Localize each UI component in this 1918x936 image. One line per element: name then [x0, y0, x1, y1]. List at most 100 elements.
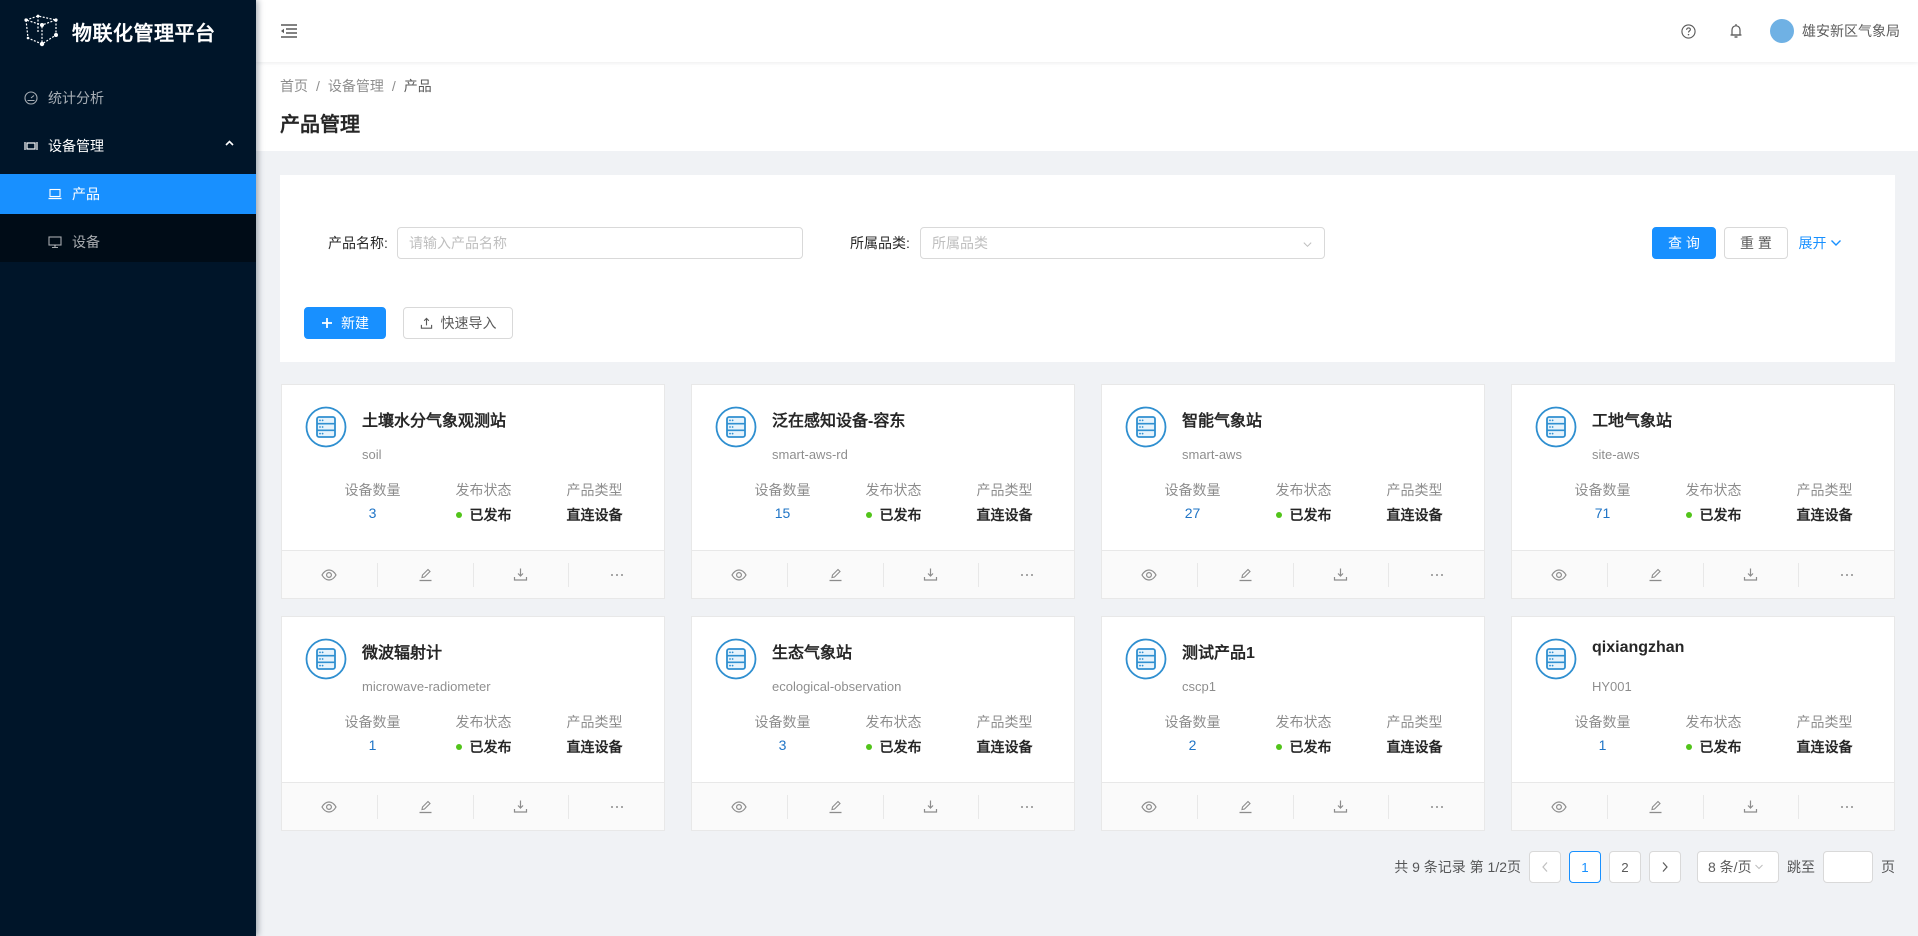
product-name[interactable]: 微波辐射计: [362, 639, 442, 663]
device-count-value[interactable]: 15: [727, 505, 838, 521]
product-card[interactable]: 泛在感知设备-容东 smart-aws-rd 设备数量 15 发布状态 已发布 …: [691, 384, 1075, 599]
more-button[interactable]: [1799, 795, 1894, 819]
more-button[interactable]: [979, 795, 1074, 819]
edit-button[interactable]: [788, 562, 884, 587]
download-button[interactable]: [1704, 562, 1800, 587]
product-stats: 设备数量 1 发布状态 已发布 产品类型 直连设备: [1512, 712, 1894, 757]
product-card[interactable]: qixiangzhan HY001 设备数量 1 发布状态 已发布 产品类型 直…: [1511, 616, 1895, 831]
device-count-label: 设备数量: [1164, 482, 1221, 498]
sidebar-item-device-management[interactable]: 设备管理: [0, 126, 256, 166]
product-name[interactable]: qixiangzhan: [1592, 639, 1684, 657]
view-button[interactable]: [692, 794, 788, 819]
view-button[interactable]: [1512, 794, 1608, 819]
more-button[interactable]: [569, 563, 664, 587]
edit-button[interactable]: [378, 562, 474, 587]
view-button[interactable]: [282, 562, 378, 587]
more-button[interactable]: [569, 795, 664, 819]
device-count-value[interactable]: 3: [317, 505, 428, 521]
device-count-value[interactable]: 27: [1137, 505, 1248, 521]
jump-page-input[interactable]: [1823, 851, 1873, 883]
breadcrumb-home[interactable]: 首页: [280, 76, 308, 96]
logo[interactable]: 物联化管理平台: [0, 0, 256, 62]
eye-icon: [731, 568, 748, 581]
publish-status-value: 已发布: [1248, 505, 1359, 525]
more-button[interactable]: [1389, 563, 1484, 587]
menu-fold-icon[interactable]: [280, 21, 300, 41]
product-card[interactable]: 土壤水分气象观测站 soil 设备数量 3 发布状态 已发布 产品类型 直连设备: [281, 384, 665, 599]
product-card[interactable]: 测试产品1 cscp1 设备数量 2 发布状态 已发布 产品类型 直连设备: [1101, 616, 1485, 831]
publish-status-text: 已发布: [1699, 507, 1742, 523]
more-button[interactable]: [979, 563, 1074, 587]
download-button[interactable]: [1704, 794, 1800, 819]
edit-button[interactable]: [378, 794, 474, 819]
quick-import-button[interactable]: 快速导入: [403, 307, 513, 339]
ellipsis-icon: [610, 573, 623, 576]
bell-icon[interactable]: [1712, 0, 1760, 62]
view-button[interactable]: [1102, 794, 1198, 819]
edit-button[interactable]: [788, 794, 884, 819]
server-database-icon: [715, 638, 757, 680]
edit-button[interactable]: [1608, 794, 1704, 819]
sidebar-item-products[interactable]: 产品: [0, 174, 256, 214]
pagination: 共 9 条记录 第 1/2页 1 2 8 条/页 跳至 页: [1394, 851, 1895, 883]
reset-button[interactable]: 重 置: [1724, 227, 1788, 259]
product-card-actions: [282, 550, 664, 598]
product-name[interactable]: 土壤水分气象观测站: [362, 407, 506, 431]
product-name[interactable]: 生态气象站: [772, 639, 852, 663]
publish-status-label: 发布状态: [1685, 714, 1742, 730]
page-button-1[interactable]: 1: [1569, 851, 1601, 883]
product-name[interactable]: 泛在感知设备-容东: [772, 407, 905, 431]
view-button[interactable]: [692, 562, 788, 587]
view-button[interactable]: [1512, 562, 1608, 587]
view-button[interactable]: [282, 794, 378, 819]
edit-button[interactable]: [1198, 562, 1294, 587]
product-name[interactable]: 智能气象站: [1182, 407, 1262, 431]
download-button[interactable]: [884, 794, 980, 819]
edit-button[interactable]: [1608, 562, 1704, 587]
stat-product-type: 产品类型 直连设备: [1769, 480, 1880, 525]
product-card[interactable]: 生态气象站 ecological-observation 设备数量 3 发布状态…: [691, 616, 1075, 831]
device-count-value[interactable]: 1: [317, 737, 428, 753]
page-title: 产品管理: [280, 114, 360, 136]
more-button[interactable]: [1799, 563, 1894, 587]
page-button-2[interactable]: 2: [1609, 851, 1641, 883]
stat-product-type: 产品类型 直连设备: [1769, 712, 1880, 757]
more-button[interactable]: [1389, 795, 1484, 819]
product-card[interactable]: 微波辐射计 microwave-radiometer 设备数量 1 发布状态 已…: [281, 616, 665, 831]
product-name-input[interactable]: [397, 227, 803, 259]
breadcrumb-device-management[interactable]: 设备管理: [328, 76, 384, 96]
prev-page-button[interactable]: [1529, 851, 1561, 883]
expand-button[interactable]: 展开: [1794, 227, 1846, 259]
download-button[interactable]: [884, 562, 980, 587]
next-page-button[interactable]: [1649, 851, 1681, 883]
status-dot-icon: [1685, 512, 1692, 519]
sidebar-item-label: 设备管理: [48, 138, 104, 154]
page-size-select[interactable]: 8 条/页: [1697, 851, 1779, 883]
stat-publish-status: 发布状态 已发布: [1248, 712, 1359, 757]
view-button[interactable]: [1102, 562, 1198, 587]
sidebar-item-statistics[interactable]: 统计分析: [0, 78, 256, 118]
publish-status-value: 已发布: [1658, 737, 1769, 757]
sidebar-item-devices[interactable]: 设备: [0, 222, 256, 262]
device-count-value[interactable]: 1: [1547, 737, 1658, 753]
device-count-value[interactable]: 2: [1137, 737, 1248, 753]
product-name[interactable]: 工地气象站: [1592, 407, 1672, 431]
product-name[interactable]: 测试产品1: [1182, 639, 1255, 663]
edit-button[interactable]: [1198, 794, 1294, 819]
product-card[interactable]: 工地气象站 site-aws 设备数量 71 发布状态 已发布 产品类型 直连设…: [1511, 384, 1895, 599]
download-button[interactable]: [474, 562, 570, 587]
product-card[interactable]: 智能气象站 smart-aws 设备数量 27 发布状态 已发布 产品类型 直连…: [1101, 384, 1485, 599]
edit-icon: [829, 800, 842, 814]
device-count-value[interactable]: 3: [727, 737, 838, 753]
device-count-value[interactable]: 71: [1547, 505, 1658, 521]
user-menu[interactable]: 雄安新区气象局: [1770, 19, 1900, 43]
question-circle-icon[interactable]: [1664, 0, 1712, 62]
category-select[interactable]: 所属品类: [920, 227, 1325, 259]
new-product-button[interactable]: 新建: [304, 307, 386, 339]
download-button[interactable]: [1294, 794, 1390, 819]
query-button[interactable]: 查 询: [1652, 227, 1716, 259]
download-button[interactable]: [1294, 562, 1390, 587]
status-dot-icon: [1275, 744, 1282, 751]
product-stats: 设备数量 71 发布状态 已发布 产品类型 直连设备: [1512, 480, 1894, 525]
download-button[interactable]: [474, 794, 570, 819]
